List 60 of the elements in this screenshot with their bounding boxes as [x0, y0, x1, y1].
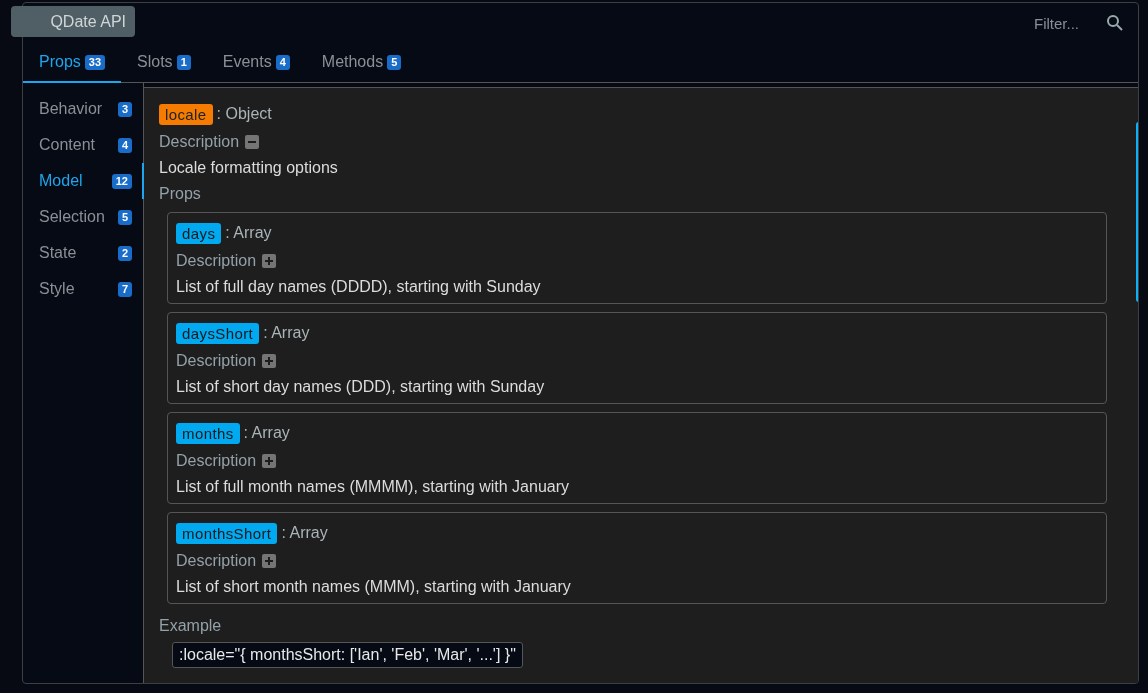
sidebar-item[interactable]: Style 7 — [23, 271, 144, 307]
tab[interactable]: Events 4 — [206, 43, 306, 83]
tab[interactable]: Slots 1 — [121, 43, 207, 83]
count-badge: 5 — [117, 209, 132, 225]
tab[interactable]: Props 33 — [23, 43, 122, 83]
tab-label[interactable]: Props — [39, 53, 81, 71]
description-label: Description — [176, 252, 257, 270]
prop-type: : Object — [216, 105, 272, 123]
tab-label[interactable]: Events — [222, 53, 272, 71]
count-badge: 33 — [84, 54, 106, 70]
tab[interactable]: Methods 5 — [305, 43, 418, 83]
description-text: List of full month names (MMMM), starting with January — [176, 477, 570, 497]
expand-icon[interactable] — [262, 454, 277, 468]
window-title: QDate API — [50, 12, 126, 31]
count-badge: 1 — [176, 54, 191, 70]
expand-icon[interactable] — [262, 354, 277, 368]
sidebar-label[interactable]: Content — [39, 136, 96, 154]
sidebar-label[interactable]: Style — [39, 280, 75, 298]
description-label: Description — [176, 352, 257, 370]
description-text: Locale formatting options — [159, 158, 339, 178]
prop-name-tag: monthsShort — [176, 522, 278, 544]
description-text: List of short month names (MMM), starting with January — [176, 577, 572, 597]
prop-type: : Array — [243, 424, 290, 442]
count-badge: 4 — [275, 54, 290, 70]
sidebar-label[interactable]: Behavior — [39, 100, 103, 118]
description-text: List of full day names (DDDD), starting with Sunday — [176, 277, 542, 297]
prop-type: : Array — [225, 224, 272, 242]
count-badge: 3 — [117, 101, 132, 117]
prop-name-tag: days — [176, 222, 222, 244]
count-badge: 12 — [111, 173, 132, 189]
sidebar-item[interactable]: Selection 5 — [23, 199, 144, 235]
prop-name-tag: months — [176, 422, 240, 444]
description-label: Description — [176, 552, 257, 570]
count-badge: 7 — [117, 281, 132, 297]
count-badge: 4 — [117, 137, 132, 153]
description-label: Description — [159, 133, 240, 151]
filter-field[interactable]: Filter... — [1034, 14, 1098, 32]
code-example: :locale="{ monthsShort: ['Ian', 'Feb', 'Mar', '...'] }" — [172, 642, 523, 668]
count-badge: 5 — [387, 54, 402, 70]
sidebar-item[interactable]: Content 4 — [23, 127, 144, 163]
sidebar-label[interactable]: Selection — [39, 208, 105, 226]
count-badge: 2 — [117, 245, 132, 261]
search-icon — [1106, 14, 1124, 32]
tab-label[interactable]: Methods — [321, 53, 384, 71]
expand-icon[interactable] — [262, 254, 277, 268]
collapse-icon[interactable] — [245, 135, 260, 149]
section-label: Example — [159, 616, 223, 636]
section-label: Props — [159, 184, 202, 204]
sidebar-item[interactable]: State 2 — [23, 235, 144, 271]
sidebar-label[interactable]: State — [39, 244, 77, 262]
expand-icon[interactable] — [262, 554, 277, 568]
prop-type: : Array — [281, 524, 328, 542]
prop-type: : Array — [263, 324, 310, 342]
description-label: Description — [176, 452, 257, 470]
prop-name-tag: daysShort — [176, 322, 260, 344]
description-text: List of short day names (DDD), starting with Sunday — [176, 377, 546, 397]
sidebar-item[interactable]: Behavior 3 — [23, 91, 144, 127]
tab-label[interactable]: Slots — [137, 53, 173, 71]
prop-name-tag: locale — [159, 103, 213, 125]
sidebar-label[interactable]: Model — [39, 172, 83, 190]
